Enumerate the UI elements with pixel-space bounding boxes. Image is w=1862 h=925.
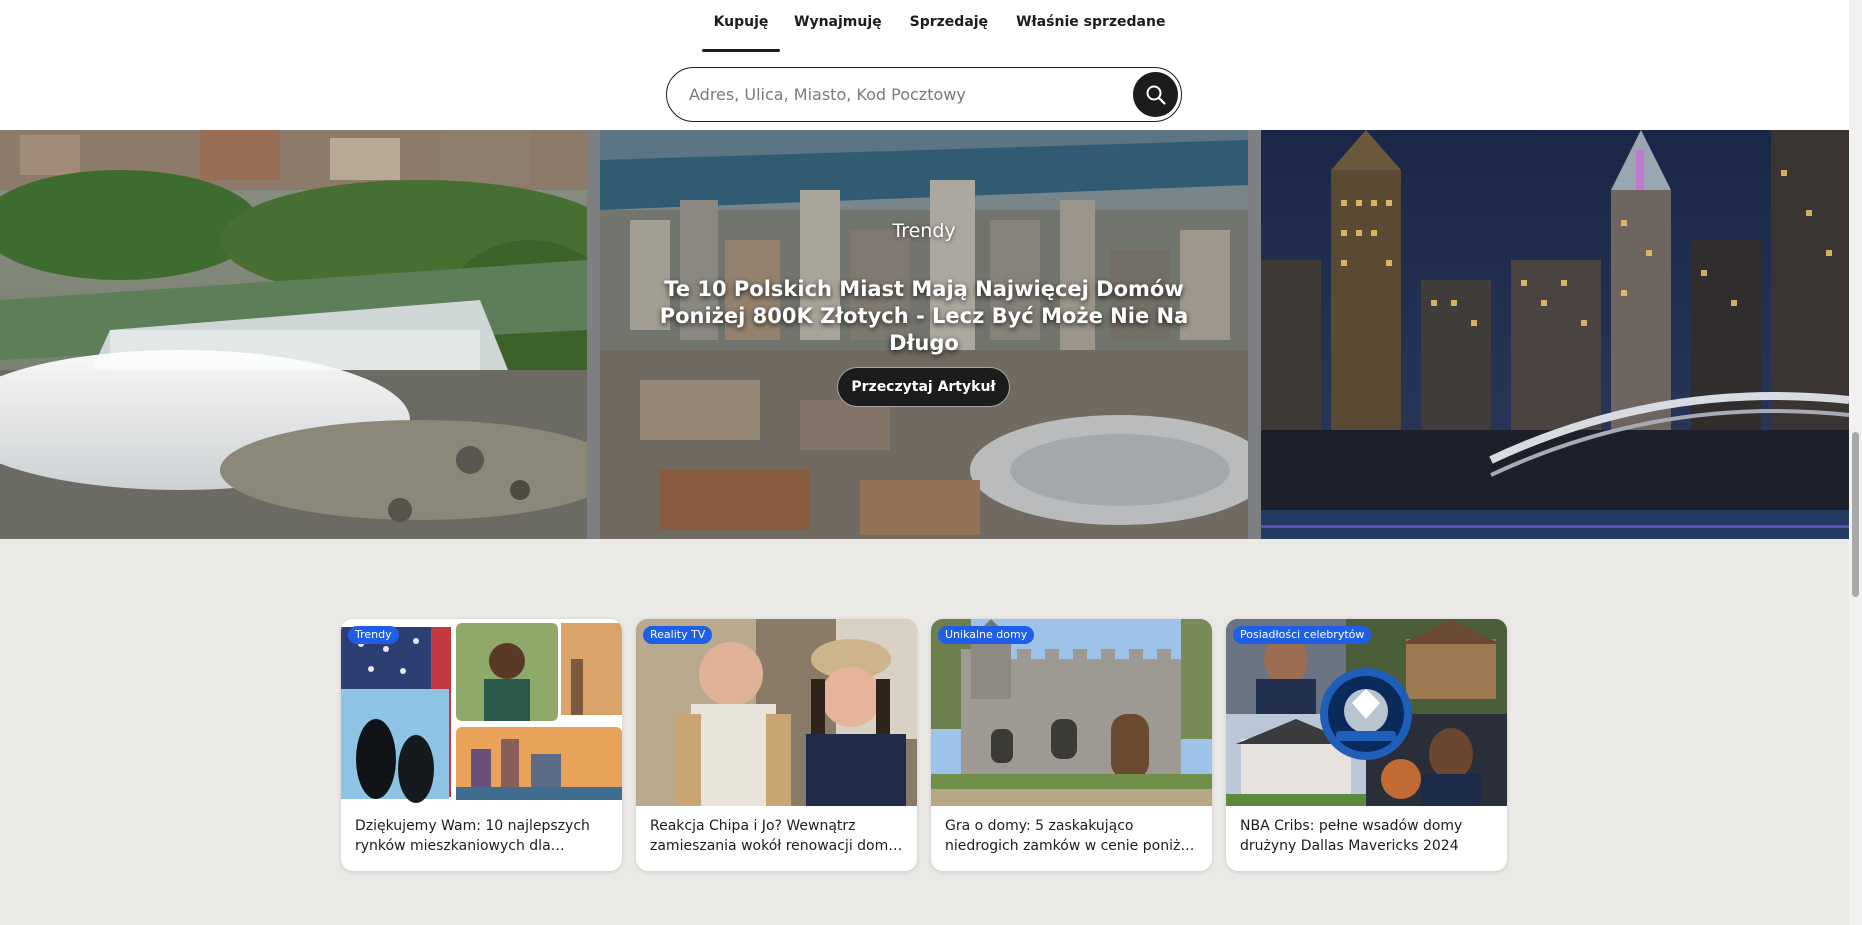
search-button[interactable]: [1133, 72, 1178, 117]
top-navigation-bar: Kupuję Wynajmuję Sprzedaję Właśnie sprze…: [0, 0, 1849, 130]
article-thumbnail: [341, 619, 622, 806]
scrollbar-thumb[interactable]: [1852, 432, 1859, 597]
category-badge: Trendy: [348, 626, 399, 644]
hero-carousel: Trendy Te 10 Polskich Miast Mają Najwięc…: [0, 130, 1849, 539]
article-title[interactable]: Dziękujemy Wam: 10 najlepszych rynków mi…: [355, 816, 611, 856]
article-title[interactable]: Reakcja Chipa i Jo? Wewnątrz zamieszania…: [650, 816, 906, 856]
hero-image-night-skyline[interactable]: [1261, 130, 1849, 539]
category-badge: Posiadłości celebrytów: [1233, 626, 1372, 644]
article-thumbnail: [1226, 619, 1507, 806]
hero-category-label: Trendy: [892, 220, 956, 242]
page-scrollbar[interactable]: [1849, 0, 1862, 925]
tab-sell[interactable]: Sprzedaję: [910, 0, 988, 52]
article-thumbnail: [636, 619, 917, 806]
search-bar: [666, 67, 1182, 122]
hero-article-title[interactable]: Te 10 Polskich Miast Mają Najwięcej Domó…: [640, 276, 1208, 357]
article-thumbnail: [931, 619, 1212, 806]
search-input[interactable]: [689, 68, 1109, 121]
tab-rent[interactable]: Wynajmuję: [794, 0, 882, 52]
read-article-button[interactable]: Przeczytaj Artykuł: [837, 367, 1010, 407]
category-badge: Reality TV: [643, 626, 713, 644]
article-card-veterans[interactable]: Trendy Dziękujemy Wam: 10 najlepszych ry…: [341, 619, 622, 871]
article-card-mavericks[interactable]: Posiadłości celebrytów NBA Cribs: pełne …: [1226, 619, 1507, 871]
search-mode-tabs: Kupuję Wynajmuję Sprzedaję Właśnie sprze…: [702, 0, 1165, 52]
hero-article-overlay: Trendy Te 10 Polskich Miast Mają Najwięc…: [600, 130, 1248, 539]
tab-recently-sold[interactable]: Właśnie sprzedane: [1016, 0, 1165, 52]
article-title[interactable]: Gra o domy: 5 zaskakująco niedrogich zam…: [945, 816, 1201, 856]
category-badge: Unikalne domy: [938, 626, 1035, 644]
search-icon: [1146, 85, 1166, 105]
article-title[interactable]: NBA Cribs: pełne wsadów domy drużyny Dal…: [1240, 816, 1496, 856]
article-card-gaines[interactable]: Reality TV Reakcja Chipa i Jo? Wewnątrz …: [636, 619, 917, 871]
tab-buy[interactable]: Kupuję: [702, 0, 780, 52]
hero-image-waterfall[interactable]: [0, 130, 587, 539]
article-card-castles[interactable]: Unikalne domy Gra o domy: 5 zaskakująco …: [931, 619, 1212, 871]
